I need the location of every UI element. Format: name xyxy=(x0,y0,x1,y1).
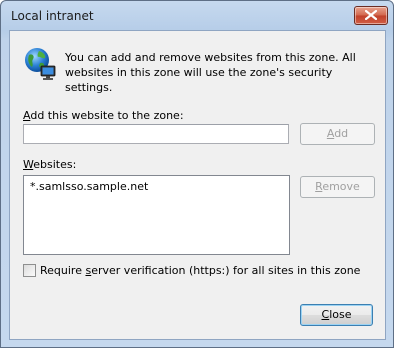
websites-label: Websites: xyxy=(23,158,77,171)
remove-button[interactable]: Remove xyxy=(300,176,375,198)
globe-network-icon xyxy=(25,48,56,80)
dialog-window: Local intranet You can add and remove we… xyxy=(0,0,394,348)
close-icon xyxy=(365,10,377,20)
window-title: Local intranet xyxy=(11,9,94,23)
intro-text: You can add and remove websites from thi… xyxy=(65,51,356,94)
add-website-label: Add this website to the zone: xyxy=(23,109,184,122)
add-website-input[interactable] xyxy=(23,124,289,144)
list-item[interactable]: *.samlsso.sample.net xyxy=(30,180,148,193)
add-button[interactable]: Add xyxy=(300,123,375,145)
close-button[interactable]: Close xyxy=(300,304,373,326)
title-bar[interactable]: Local intranet xyxy=(1,1,393,29)
server-verification-checkbox[interactable] xyxy=(23,264,36,277)
server-verification-label[interactable]: Require server verification (https:) for… xyxy=(40,264,360,277)
dialog-content: You can add and remove websites from thi… xyxy=(9,30,386,340)
title-close-button[interactable] xyxy=(354,6,388,25)
websites-list[interactable]: *.samlsso.sample.net xyxy=(23,175,290,255)
